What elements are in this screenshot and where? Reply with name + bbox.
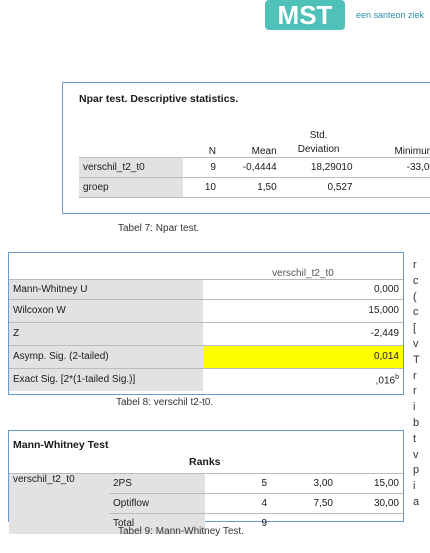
clipped-paragraph: rc (c [v Tr ri bt vp ia bbox=[413, 259, 420, 508]
col-header-std: Std. Deviation bbox=[297, 129, 340, 155]
cell bbox=[271, 514, 337, 534]
cell: 1 bbox=[357, 177, 430, 197]
table-test-statistics: verschil_t2_t0 Mann-Whitney U 0,000 Wilc… bbox=[8, 252, 404, 395]
cell: 15,00 bbox=[373, 478, 399, 489]
row-label: Mann-Whitney U bbox=[9, 279, 203, 299]
row-label: Wilcoxon W bbox=[9, 299, 203, 322]
row-label: verschil_t2_t0 bbox=[79, 157, 184, 177]
row-label: groep bbox=[79, 177, 184, 197]
cell: 7,50 bbox=[313, 498, 333, 509]
cell: 1,50 bbox=[257, 181, 277, 193]
logo-tagline: een santeon ziek bbox=[356, 10, 425, 20]
cell: 15,000 bbox=[368, 305, 399, 316]
caption-table7: Tabel 7: Npar test. bbox=[118, 223, 200, 234]
table-row: verschil_t2_t0 2PS 5 3,00 15,00 bbox=[9, 473, 403, 534]
cell: ,016b bbox=[375, 373, 399, 386]
cell: -0,4444 bbox=[242, 161, 277, 173]
table-npar-descriptives: Npar test. Descriptive statistics. N Mea… bbox=[62, 82, 430, 214]
logo-text: MST bbox=[278, 0, 333, 30]
col-header-mean: Mean bbox=[251, 145, 277, 157]
cell: 30,00 bbox=[373, 498, 399, 509]
caption-table8: Tabel 8: verschil t2-t0. bbox=[116, 397, 214, 408]
cell: 4 bbox=[261, 498, 267, 509]
col-header-min: Minimum bbox=[394, 145, 430, 157]
cell: 0,527 bbox=[327, 181, 353, 193]
col-header-verschil: verschil_t2_t0 bbox=[272, 267, 334, 279]
cell: 9 bbox=[210, 161, 216, 173]
row-label: 2PS bbox=[109, 473, 205, 494]
cell bbox=[337, 514, 403, 534]
table-row: Exact Sig. [2*(1-tailed Sig.)] ,016b bbox=[9, 368, 403, 391]
table-title: Mann-Whitney Test bbox=[13, 439, 109, 451]
row-label: Z bbox=[9, 322, 203, 345]
cell: 0,000 bbox=[373, 283, 399, 295]
cell: 18,29010 bbox=[310, 161, 353, 173]
table-title: Npar test. Descriptive statistics. bbox=[79, 93, 239, 105]
var-label: verschil_t2_t0 bbox=[9, 473, 109, 534]
table-row: verschil_t2_t0 9 -0,4444 18,29010 -33,00 bbox=[79, 157, 430, 177]
highlighted-cell: 0,014 bbox=[203, 345, 403, 368]
cell: -2,449 bbox=[370, 328, 399, 339]
table-row: Wilcoxon W 15,000 bbox=[9, 299, 403, 322]
table-row: Asymp. Sig. (2-tailed) 0,014 bbox=[9, 345, 403, 368]
table-mann-whitney: Mann-Whitney Test Ranks verschil_t2_t0 2… bbox=[8, 430, 404, 534]
cell: -33,00 bbox=[406, 161, 430, 173]
mst-logo: MST bbox=[265, 0, 345, 30]
row-label: Asymp. Sig. (2-tailed) bbox=[9, 345, 203, 368]
table-row: Mann-Whitney U 0,000 bbox=[9, 279, 403, 299]
row-label: Optiflow bbox=[109, 493, 205, 514]
cell: 10 bbox=[204, 181, 216, 193]
row-label: Exact Sig. [2*(1-tailed Sig.)] bbox=[9, 368, 203, 391]
table-row: groep 10 1,50 0,527 1 bbox=[79, 177, 430, 197]
table-row: Z -2,449 bbox=[9, 322, 403, 345]
col-header-n: N bbox=[208, 145, 216, 157]
cell: 5 bbox=[261, 478, 267, 489]
table-subtitle: Ranks bbox=[189, 456, 221, 468]
caption-table9: Tabel 9: Mann-Whitney Test. bbox=[118, 526, 244, 537]
cell: 3,00 bbox=[313, 478, 333, 489]
